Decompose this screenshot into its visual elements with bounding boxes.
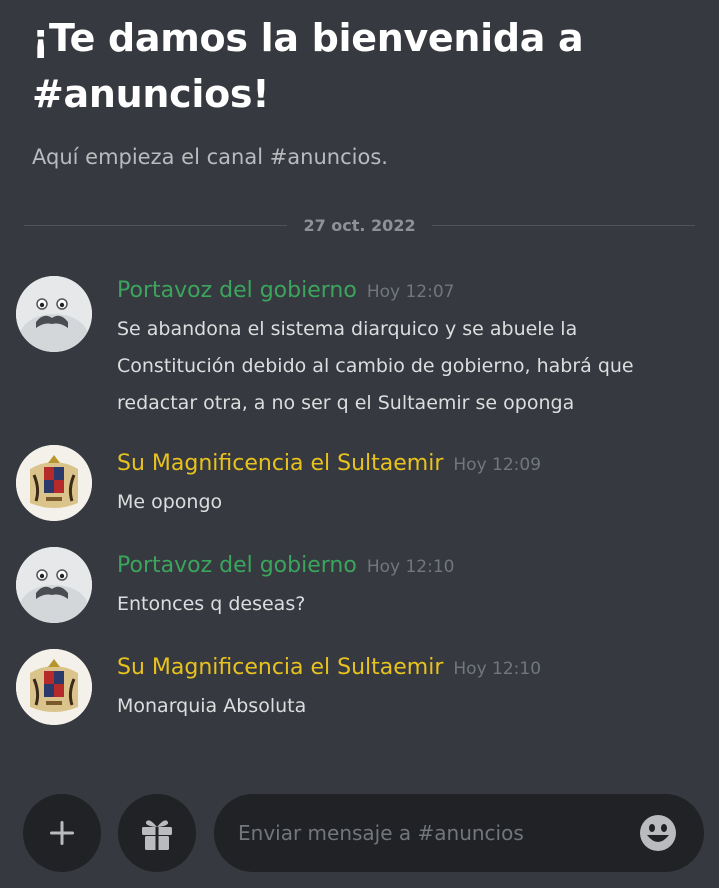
message-timestamp: Hoy 12:09 <box>453 455 542 475</box>
seal-avatar-icon[interactable] <box>16 276 92 352</box>
welcome-subtitle: Aquí empieza el canal #anuncios. <box>32 145 388 169</box>
message-header: Su Magnificencia el Sultaemir Hoy 12:10 <box>117 651 541 685</box>
divider-line <box>431 224 696 226</box>
message-text: Entonces q deseas? <box>117 593 306 615</box>
message-author[interactable]: Portavoz del gobierno <box>117 553 357 578</box>
coat-of-arms-avatar-icon[interactable] <box>16 649 92 725</box>
welcome-title: ¡Te damos la bienvenida a #anuncios! <box>32 16 584 116</box>
message-author[interactable]: Portavoz del gobierno <box>117 278 357 303</box>
message-header: Su Magnificencia el Sultaemir Hoy 12:09 <box>117 447 541 481</box>
emoji-icon[interactable] <box>638 813 678 853</box>
message-input[interactable]: Enviar mensaje a #anuncios <box>214 794 704 872</box>
message-header: Portavoz del gobierno Hoy 12:07 <box>117 274 454 308</box>
message-text: Monarquia Absoluta <box>117 695 307 717</box>
coat-of-arms-avatar-icon[interactable] <box>16 445 92 521</box>
message-author[interactable]: Su Magnificencia el Sultaemir <box>117 451 443 476</box>
divider-date: 27 oct. 2022 <box>303 215 416 235</box>
message-header: Portavoz del gobierno Hoy 12:10 <box>117 549 454 583</box>
message-composer: Enviar mensaje a #anuncios <box>0 790 719 888</box>
message-text: Me opongo <box>117 491 223 513</box>
message-text: Se abandona el sistema diarquico y se ab… <box>117 318 634 414</box>
divider-line <box>24 224 288 226</box>
date-divider: 27 oct. 2022 <box>24 212 696 238</box>
message-author[interactable]: Su Magnificencia el Sultaemir <box>117 655 443 680</box>
add-attachment-button[interactable] <box>23 794 101 872</box>
seal-avatar-icon[interactable] <box>16 547 92 623</box>
gift-button[interactable] <box>118 794 196 872</box>
message-input-placeholder: Enviar mensaje a #anuncios <box>238 821 524 845</box>
gift-icon <box>142 820 172 850</box>
plus-icon <box>50 821 74 845</box>
message-timestamp: Hoy 12:07 <box>366 282 455 302</box>
message-timestamp: Hoy 12:10 <box>453 659 542 679</box>
message-timestamp: Hoy 12:10 <box>366 557 455 577</box>
